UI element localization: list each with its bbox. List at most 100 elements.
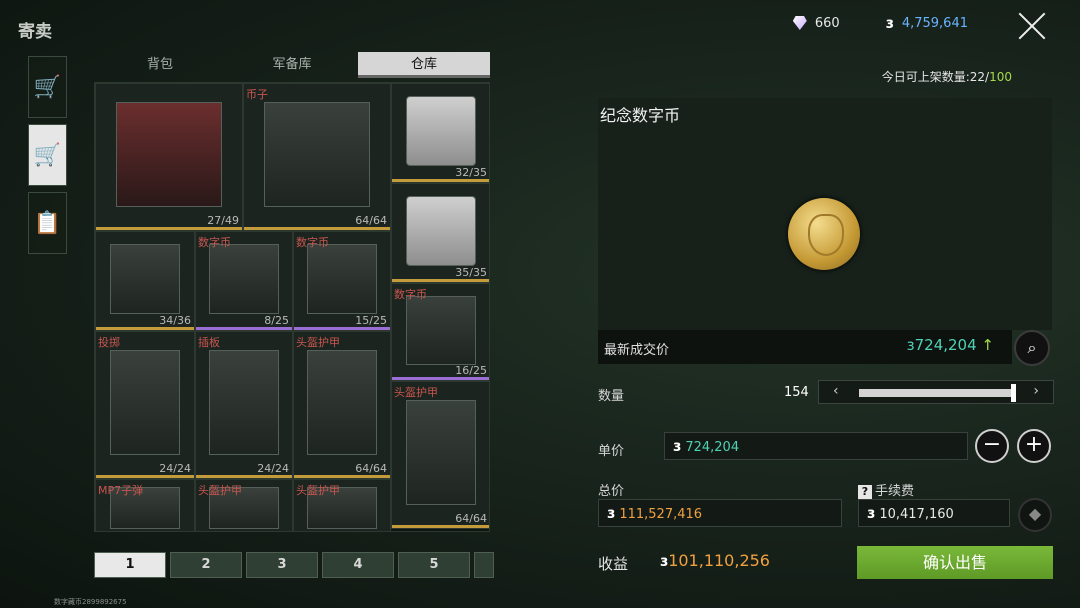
inventory-item[interactable]: 27/49 <box>95 83 243 231</box>
help-icon[interactable]: ? <box>858 485 872 499</box>
quantity-value: 154 <box>784 385 809 400</box>
tab-armory[interactable]: 军备库 <box>226 52 358 78</box>
quantity-slider[interactable]: ‹ › <box>818 380 1054 404</box>
rarity-bar <box>196 327 292 330</box>
inventory-item[interactable]: 数字币 15/25 <box>293 231 391 331</box>
rarity-bar <box>96 227 242 230</box>
page-button-5[interactable]: 5 <box>398 552 470 578</box>
inventory-item[interactable]: 35/35 <box>391 183 489 283</box>
inventory-item[interactable]: 插板 24/24 <box>195 331 293 479</box>
coin-icon: ɜ <box>885 14 894 32</box>
item-image <box>209 243 279 315</box>
window-title: 寄卖 <box>18 22 52 42</box>
total-price-label: 总价 <box>598 484 625 499</box>
total-price-field: ɜ 111,527,416 <box>598 499 842 527</box>
item-image <box>116 101 222 207</box>
fee-field: ɜ 10,417,160 <box>858 499 1010 527</box>
slider-track <box>859 389 1015 397</box>
diamond-amount: 660 <box>814 15 840 31</box>
item-preview-panel: 纪念数字币 <box>598 98 1052 330</box>
item-image <box>405 399 477 505</box>
cart-sell-icon: 🛒 <box>33 142 62 168</box>
increase-price-button[interactable]: + <box>1017 429 1051 463</box>
coin-amount: 4,759,641 <box>901 15 968 31</box>
inventory-item[interactable]: 32/35 <box>391 83 489 183</box>
rarity-bar <box>294 327 390 330</box>
item-image <box>405 295 477 365</box>
item-image <box>405 195 477 267</box>
page-button-1[interactable]: 1 <box>94 552 166 578</box>
rarity-bar <box>392 377 489 380</box>
inventory-item[interactable]: 数字币 16/25 <box>391 283 489 381</box>
last-trade-price-bar: 最新成交价 ɜ724,204 ↑ <box>598 330 1012 364</box>
income-label: 收益 <box>598 555 629 573</box>
page-button-2[interactable]: 2 <box>170 552 242 578</box>
inventory-tabs: 背包 军备库 仓库 <box>94 52 490 78</box>
inventory-item[interactable]: 数字币 8/25 <box>195 231 293 331</box>
commemorative-coin-image <box>788 198 860 270</box>
item-image <box>109 243 181 315</box>
sidebar-orders-button[interactable]: 📋 <box>28 192 67 254</box>
last-price-label: 最新成交价 <box>604 343 670 358</box>
coin-icon: ɜ <box>660 552 669 570</box>
coin-icon: ɜ <box>673 437 682 455</box>
tab-warehouse[interactable]: 仓库 <box>358 52 490 78</box>
slider-thumb[interactable] <box>1011 384 1016 402</box>
unit-price-input[interactable]: ɜ 724,204 <box>664 432 968 460</box>
coin-icon: ɜ <box>867 504 876 522</box>
diamond-icon <box>792 16 807 30</box>
chevron-left-icon[interactable]: ‹ <box>833 383 839 399</box>
coin-balance: ɜ 4,759,641 <box>886 14 968 32</box>
tab-backpack[interactable]: 背包 <box>94 52 226 78</box>
decrease-price-button[interactable]: − <box>975 429 1009 463</box>
item-image <box>307 243 377 315</box>
item-image <box>209 349 279 455</box>
inventory-item[interactable]: 头盔护甲 64/64 <box>293 331 391 479</box>
diamond-balance: 660 <box>792 15 840 31</box>
rarity-bar <box>392 279 489 282</box>
inventory-item[interactable]: 34/36 <box>95 231 195 331</box>
daily-listing-limit: 今日可上架数量:22/100 <box>881 70 1012 84</box>
clipboard-icon: 📋 <box>33 210 62 236</box>
rarity-bar <box>244 227 390 230</box>
unit-price-label: 单价 <box>598 444 625 459</box>
item-name: 纪念数字币 <box>600 106 681 125</box>
inventory-item[interactable]: 币子 64/64 <box>243 83 391 231</box>
close-icon[interactable] <box>1016 10 1048 42</box>
income-value: ɜ101,110,256 <box>660 551 770 570</box>
item-image <box>109 349 181 455</box>
item-image <box>405 95 477 167</box>
trend-up-icon: ↑ <box>981 336 994 354</box>
page-button-more[interactable] <box>474 552 494 578</box>
currency-bar: 660 ɜ 4,759,641 <box>792 14 968 32</box>
page-button-4[interactable]: 4 <box>322 552 394 578</box>
rarity-bar <box>96 327 194 330</box>
inventory-grid: 27/49 币子 64/64 32/35 35/35 34/36 数字币 8/25 … <box>94 82 490 532</box>
last-price-value: ɜ724,204 ↑ <box>906 336 994 354</box>
quantity-label: 数量 <box>598 389 625 404</box>
pagination: 1 2 3 4 5 <box>94 552 494 578</box>
rarity-bar <box>392 525 489 528</box>
inventory-item[interactable]: 投掷 24/24 <box>95 331 195 479</box>
coupon-tag-icon[interactable]: ◆ <box>1018 498 1052 532</box>
item-image <box>307 349 377 455</box>
player-id-watermark: 数字藏币2899892675 <box>54 598 127 606</box>
rarity-bar <box>96 475 194 478</box>
sidebar-buy-button[interactable]: 🛒 <box>28 56 67 118</box>
inventory-item[interactable]: 头盔护甲 <box>293 479 391 531</box>
inventory-item[interactable]: 头盔护甲 64/64 <box>391 381 489 529</box>
rarity-bar <box>294 475 390 478</box>
search-icon[interactable]: ⌕ <box>1014 330 1050 366</box>
page-button-3[interactable]: 3 <box>246 552 318 578</box>
rarity-bar <box>392 179 489 182</box>
fee-label: ? 手续费 <box>858 480 914 499</box>
coin-icon: ɜ <box>906 336 915 354</box>
confirm-sell-button[interactable]: 确认出售 <box>857 546 1053 579</box>
inventory-item[interactable]: MP7子弹 <box>95 479 195 531</box>
chevron-right-icon[interactable]: › <box>1033 383 1039 399</box>
coin-icon: ɜ <box>607 504 616 522</box>
inventory-item[interactable]: 头盔护甲 <box>195 479 293 531</box>
cart-icon: 🛒 <box>33 74 62 100</box>
rarity-bar <box>196 475 292 478</box>
sidebar-sell-button[interactable]: 🛒 <box>28 124 67 186</box>
